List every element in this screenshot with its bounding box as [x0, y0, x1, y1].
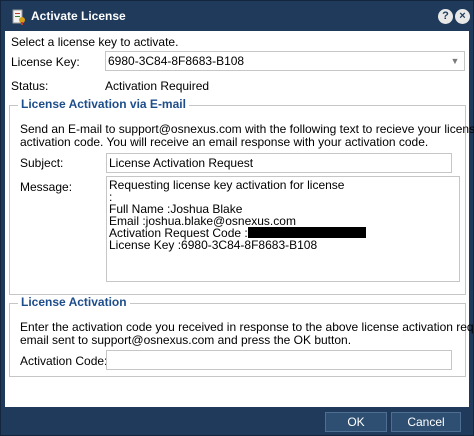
activate-license-dialog: Activate License ? × Select a license ke…: [0, 0, 474, 436]
redacted-code-block: [247, 227, 366, 238]
activation-group-title: License Activation: [18, 295, 130, 309]
license-icon: [12, 9, 25, 25]
subject-value: License Activation Request: [109, 156, 254, 170]
message-textarea[interactable]: Requesting license key activation for li…: [106, 176, 460, 282]
title-bar[interactable]: Activate License ? ×: [1, 1, 473, 31]
license-activation-group: License Activation Enter the activation …: [9, 295, 474, 377]
activation-instructions-line1: Enter the activation code you received i…: [20, 320, 474, 334]
subject-label: Subject:: [20, 156, 64, 170]
close-button[interactable]: ×: [455, 9, 470, 24]
license-key-select[interactable]: 6980-3C84-8F8683-B108 ▼: [105, 51, 465, 71]
help-button[interactable]: ?: [438, 9, 453, 24]
chevron-down-icon[interactable]: ▼: [446, 52, 464, 70]
ok-button[interactable]: OK: [325, 412, 387, 432]
dialog-title: Activate License: [31, 9, 126, 23]
status-label: Status:: [11, 79, 49, 93]
email-activation-group: License Activation via E-mail Send an E-…: [9, 97, 474, 295]
license-key-label: License Key:: [11, 55, 80, 69]
subject-field[interactable]: License Activation Request: [106, 153, 452, 173]
intro-text: Select a license key to activate.: [11, 35, 179, 49]
message-line: Requesting license key activation for li…: [109, 178, 345, 192]
dialog-footer: OK Cancel: [1, 407, 473, 435]
email-instructions-line2: activation code. You will receive an ema…: [20, 135, 429, 149]
email-group-title: License Activation via E-mail: [18, 97, 189, 111]
cancel-button[interactable]: Cancel: [391, 412, 461, 432]
activation-instructions-line2: email sent to support@osnexus.com and pr…: [20, 333, 352, 347]
activation-code-input[interactable]: [106, 350, 452, 370]
dialog-body: Select a license key to activate. Licens…: [5, 31, 474, 407]
status-value: Activation Required: [105, 79, 210, 93]
license-key-value: 6980-3C84-8F8683-B108: [108, 54, 245, 68]
message-label: Message:: [20, 180, 73, 194]
message-line: License Key :6980-3C84-8F8683-B108: [109, 238, 318, 252]
activation-code-label: Activation Code:: [20, 354, 108, 368]
email-instructions-line1: Send an E-mail to support@osnexus.com wi…: [20, 122, 474, 136]
